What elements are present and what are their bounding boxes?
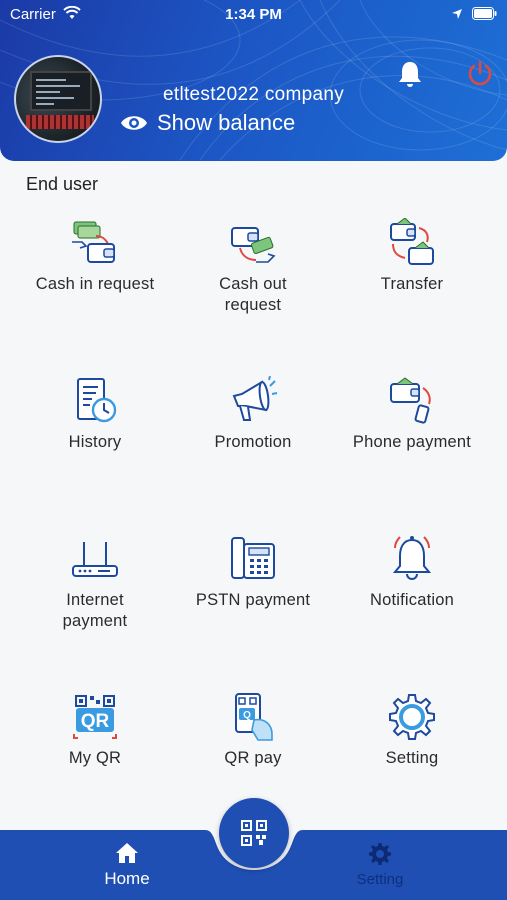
- desk-phone-icon: [231, 537, 275, 579]
- transfer-icon: [390, 218, 434, 265]
- tile-label: Transfer: [380, 275, 444, 293]
- services-grid: Cash in request Cash out request Transfe…: [16, 210, 491, 810]
- tile-cash-out-request[interactable]: Cash out request: [174, 218, 332, 348]
- qr-scan-icon: [241, 820, 267, 846]
- tile-notification[interactable]: Notification: [333, 534, 491, 664]
- gear-icon: [389, 694, 435, 740]
- show-balance-button[interactable]: Show balance: [157, 110, 295, 136]
- notification-bell-icon[interactable]: [397, 60, 423, 88]
- tile-label: My QR: [68, 749, 122, 767]
- battery-icon: [472, 7, 497, 20]
- nav-home-label: Home: [104, 869, 150, 888]
- tile-label: QR pay: [224, 749, 282, 767]
- location-arrow-icon: [452, 9, 462, 19]
- avatar-photo-keyboard: [26, 115, 94, 129]
- tile-label: Cash in request: [35, 275, 155, 293]
- tile-label: Promotion: [214, 433, 292, 451]
- section-title: End user: [26, 174, 99, 194]
- phone-payment-icon: [390, 377, 431, 424]
- tile-label: Cash out request: [219, 275, 287, 314]
- cash-out-icon: [231, 227, 276, 263]
- power-icon[interactable]: [466, 60, 494, 88]
- tile-history[interactable]: History: [16, 376, 174, 506]
- nav-setting-label: Setting: [356, 871, 404, 888]
- history-icon: [77, 378, 117, 423]
- tile-internet-payment[interactable]: Internet payment: [16, 534, 174, 664]
- qr-icon: QR: [73, 695, 117, 739]
- gear-icon: [369, 843, 391, 865]
- tile-setting[interactable]: Setting: [333, 692, 491, 822]
- qr-pay-icon: Q: [235, 693, 273, 741]
- tile-label: History: [68, 433, 122, 451]
- header-banner: Carrier 1:34 PM etltest2022 company Show…: [0, 0, 507, 161]
- eye-icon[interactable]: [120, 113, 148, 133]
- tile-label: PSTN payment: [195, 591, 311, 609]
- avatar[interactable]: [14, 55, 102, 143]
- bell-icon: [392, 536, 432, 580]
- tile-transfer[interactable]: Transfer: [333, 218, 491, 348]
- router-icon: [72, 542, 118, 577]
- tile-promotion[interactable]: Promotion: [174, 376, 332, 506]
- tile-pstn-payment[interactable]: PSTN payment: [174, 534, 332, 664]
- cash-in-icon: [72, 221, 115, 263]
- tile-my-qr[interactable]: QR My QR: [16, 692, 174, 822]
- status-time: 1:34 PM: [225, 6, 282, 23]
- company-name: etltest2022 company: [163, 84, 345, 105]
- svg-text:Q: Q: [243, 710, 251, 721]
- tile-phone-payment[interactable]: Phone payment: [333, 376, 491, 506]
- nav-setting[interactable]: Setting: [342, 842, 418, 896]
- scan-qr-button[interactable]: [219, 798, 289, 868]
- tile-label: Phone payment: [352, 433, 472, 451]
- nav-home[interactable]: Home: [90, 842, 164, 896]
- status-bar: Carrier 1:34 PM: [0, 0, 507, 28]
- tile-cash-in-request[interactable]: Cash in request: [16, 218, 174, 348]
- megaphone-icon: [232, 376, 278, 421]
- home-icon: [116, 843, 138, 863]
- svg-text:QR: QR: [81, 711, 110, 732]
- tile-label: Notification: [369, 591, 455, 609]
- tile-label: Setting: [385, 749, 439, 767]
- avatar-photo-laptop: [30, 71, 92, 111]
- tile-label: Internet payment: [62, 591, 128, 630]
